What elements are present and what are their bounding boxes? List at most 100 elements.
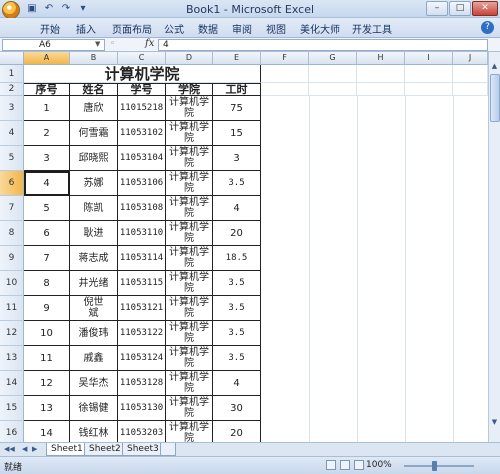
scroll-down-icon[interactable]: ▼	[489, 418, 500, 429]
cell-college[interactable]: 计算机学院	[166, 121, 213, 146]
cell-index[interactable]: 11	[24, 346, 70, 371]
empty-cell[interactable]	[405, 65, 453, 83]
tab-beautify-master[interactable]: 美化大师	[300, 21, 340, 36]
column-header-f[interactable]: F	[261, 52, 309, 65]
cell-student-id[interactable]: 11053124	[118, 346, 166, 371]
header-cell-student-id[interactable]: 学号	[118, 83, 166, 96]
cell-hours[interactable]: 75	[213, 96, 261, 121]
cell-college[interactable]: 计算机学院	[166, 196, 213, 221]
insert-function-icon[interactable]: fx	[145, 38, 154, 49]
tab-insert[interactable]: 插入	[76, 21, 96, 36]
zoom-slider[interactable]	[404, 465, 474, 467]
cell-name[interactable]: 吴华杰	[70, 371, 118, 396]
tab-view[interactable]: 视图	[266, 21, 286, 36]
row-header[interactable]: 5	[0, 146, 24, 171]
cell-hours[interactable]: 15	[213, 121, 261, 146]
cell-college[interactable]: 计算机学院	[166, 96, 213, 121]
header-cell-hours[interactable]: 工时	[213, 83, 261, 96]
cell-name[interactable]: 潘俊玮	[70, 321, 118, 346]
maximize-icon[interactable]: □	[449, 1, 471, 16]
empty-cell[interactable]	[357, 83, 405, 96]
cell-college[interactable]: 计算机学院	[166, 171, 213, 196]
empty-cell[interactable]	[309, 65, 357, 83]
minimize-icon[interactable]: –	[426, 1, 448, 16]
cell-name[interactable]: 井光绪	[70, 271, 118, 296]
name-box[interactable]: A6	[2, 39, 105, 51]
row-header[interactable]: 4	[0, 121, 24, 146]
cell-name[interactable]: 陈凯	[70, 196, 118, 221]
cell-index[interactable]: 6	[24, 221, 70, 246]
scroll-thumb[interactable]	[490, 74, 500, 122]
column-header-c[interactable]: C	[118, 52, 166, 65]
cell-index[interactable]: 3	[24, 146, 70, 171]
empty-cell[interactable]	[309, 83, 357, 96]
cell-student-id[interactable]: 11053102	[118, 121, 166, 146]
row-header[interactable]: 13	[0, 346, 24, 371]
first-sheet-icon[interactable]: ◀◀	[4, 445, 15, 453]
formula-bar-expand-icon[interactable]: ◦	[110, 39, 115, 49]
normal-view-icon[interactable]	[326, 460, 336, 470]
cell-hours[interactable]: 20	[213, 221, 261, 246]
cell-name[interactable]: 倪世斌	[70, 296, 118, 321]
empty-cell[interactable]	[405, 83, 453, 96]
cell-hours[interactable]: 3.5	[213, 321, 261, 346]
cell-hours[interactable]: 20	[213, 421, 261, 442]
cell-name[interactable]: 唐欣	[70, 96, 118, 121]
close-icon[interactable]: ✕	[472, 1, 498, 16]
cell-hours[interactable]: 30	[213, 396, 261, 421]
cell-index[interactable]: 9	[24, 296, 70, 321]
sheet-tab-2[interactable]: Sheet2	[84, 443, 126, 456]
cell-student-id[interactable]: 11053104	[118, 146, 166, 171]
row-header[interactable]: 9	[0, 246, 24, 271]
empty-cell[interactable]	[261, 83, 309, 96]
empty-cell[interactable]	[261, 65, 309, 83]
cell-name[interactable]: 苏娜	[70, 171, 118, 196]
cell-student-id[interactable]: 11053110	[118, 221, 166, 246]
row-header[interactable]: 15	[0, 396, 24, 421]
row-header[interactable]: 3	[0, 96, 24, 121]
cell-student-id[interactable]: 11053115	[118, 271, 166, 296]
scroll-up-icon[interactable]: ▲	[489, 62, 500, 73]
page-layout-view-icon[interactable]	[340, 460, 350, 470]
row-header[interactable]: 8	[0, 221, 24, 246]
cell-index[interactable]: 7	[24, 246, 70, 271]
cell-college[interactable]: 计算机学院	[166, 396, 213, 421]
row-header[interactable]: 11	[0, 296, 24, 321]
tab-developer[interactable]: 开发工具	[352, 21, 392, 36]
tab-formulas[interactable]: 公式	[164, 21, 184, 36]
cell-name[interactable]: 耿进	[70, 221, 118, 246]
cell-student-id[interactable]: 11053108	[118, 196, 166, 221]
empty-cell[interactable]	[357, 65, 405, 83]
cell-student-id[interactable]: 11053130	[118, 396, 166, 421]
zoom-slider-handle[interactable]	[432, 461, 437, 471]
worksheet-grid[interactable]: 1 计算机学院 2 序号 姓名 学号 学院 工时 3 1 唐欣 11015218…	[0, 65, 488, 442]
cell-hours[interactable]: 3.5	[213, 171, 261, 196]
column-header-g[interactable]: G	[309, 52, 357, 65]
next-sheet-icon[interactable]: ▶	[32, 445, 37, 453]
cell-college[interactable]: 计算机学院	[166, 421, 213, 442]
row-header[interactable]: 1	[0, 65, 24, 83]
column-header-d[interactable]: D	[166, 52, 213, 65]
tab-home[interactable]: 开始	[40, 21, 60, 36]
column-header-a[interactable]: A	[24, 52, 70, 65]
select-all-corner[interactable]	[0, 52, 24, 65]
cell-student-id[interactable]: 11053114	[118, 246, 166, 271]
empty-cell[interactable]	[453, 65, 488, 83]
cell-name[interactable]: 何雪霜	[70, 121, 118, 146]
cell-college[interactable]: 计算机学院	[166, 246, 213, 271]
cell-student-id[interactable]: 11015218	[118, 96, 166, 121]
cell-hours[interactable]: 4	[213, 196, 261, 221]
cell-name[interactable]: 蒋志成	[70, 246, 118, 271]
cell-student-id[interactable]: 11053121	[118, 296, 166, 321]
column-header-b[interactable]: B	[70, 52, 118, 65]
row-header[interactable]: 10	[0, 271, 24, 296]
cell-college[interactable]: 计算机学院	[166, 296, 213, 321]
header-cell-index[interactable]: 序号	[24, 83, 70, 96]
cell-index[interactable]: 14	[24, 421, 70, 442]
row-header[interactable]: 12	[0, 321, 24, 346]
cell-hours[interactable]: 3.5	[213, 346, 261, 371]
cell-hours[interactable]: 18.5	[213, 246, 261, 271]
sheet-title-cell[interactable]: 计算机学院	[24, 65, 261, 83]
cell-college[interactable]: 计算机学院	[166, 271, 213, 296]
header-cell-college[interactable]: 学院	[166, 83, 213, 96]
